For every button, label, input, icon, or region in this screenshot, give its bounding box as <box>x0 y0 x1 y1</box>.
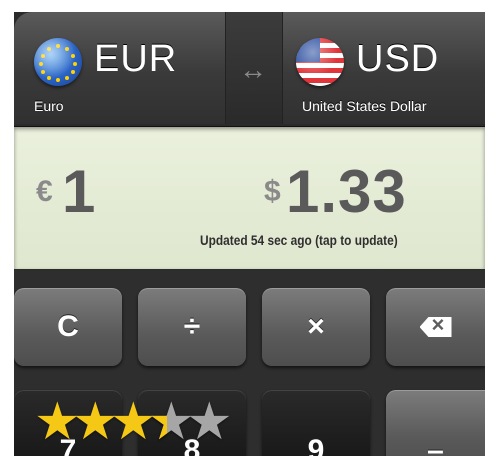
multiply-key-label: × <box>307 310 325 343</box>
from-currency-symbol: € <box>36 175 53 208</box>
from-currency-name: Euro <box>34 98 64 114</box>
multiply-key[interactable]: × <box>262 288 370 366</box>
minus-key-label: – <box>427 434 444 456</box>
nine-key[interactable]: 9 <box>262 390 370 456</box>
us-flag-globe-icon <box>296 38 344 86</box>
to-amount: 1.33 <box>286 158 407 225</box>
from-amount: 1 <box>62 158 97 225</box>
backspace-icon <box>419 317 452 337</box>
clear-key[interactable]: C <box>14 288 122 366</box>
from-currency-code: EUR <box>94 38 178 80</box>
star-rating: ★★★★★★ <box>34 393 233 452</box>
to-currency-symbol: $ <box>264 175 281 208</box>
star-filled-icon: ★ <box>110 393 157 451</box>
top-margin <box>0 0 485 12</box>
currency-selector-bar: EUR Euro ↔ USD United States Dollar <box>14 12 485 124</box>
star-filled-icon: ★ <box>72 393 119 451</box>
divide-key-label: ÷ <box>183 310 201 343</box>
clear-key-label: C <box>57 310 79 343</box>
backspace-key[interactable] <box>386 288 485 366</box>
star-filled-icon: ★ <box>34 393 81 451</box>
minus-key[interactable]: – <box>386 390 485 456</box>
swap-button[interactable]: ↔ <box>225 12 283 124</box>
currency-converter-screen: EUR Euro ↔ USD United States Dollar € 1 … <box>0 0 485 456</box>
to-currency-name: United States Dollar <box>302 98 427 114</box>
update-status[interactable]: Updated 54 sec ago (tap to update) <box>200 232 398 248</box>
swap-arrows-icon: ↔ <box>239 54 267 85</box>
left-margin <box>0 0 14 456</box>
to-currency-code: USD <box>356 38 440 80</box>
star-half-icon: ★★ <box>148 393 195 451</box>
from-currency-selector[interactable]: EUR Euro <box>14 12 232 124</box>
nine-key-label: 9 <box>307 434 325 456</box>
divide-key[interactable]: ÷ <box>138 288 246 366</box>
to-currency-selector[interactable]: USD United States Dollar <box>284 12 485 124</box>
eu-flag-globe-icon <box>34 38 82 86</box>
